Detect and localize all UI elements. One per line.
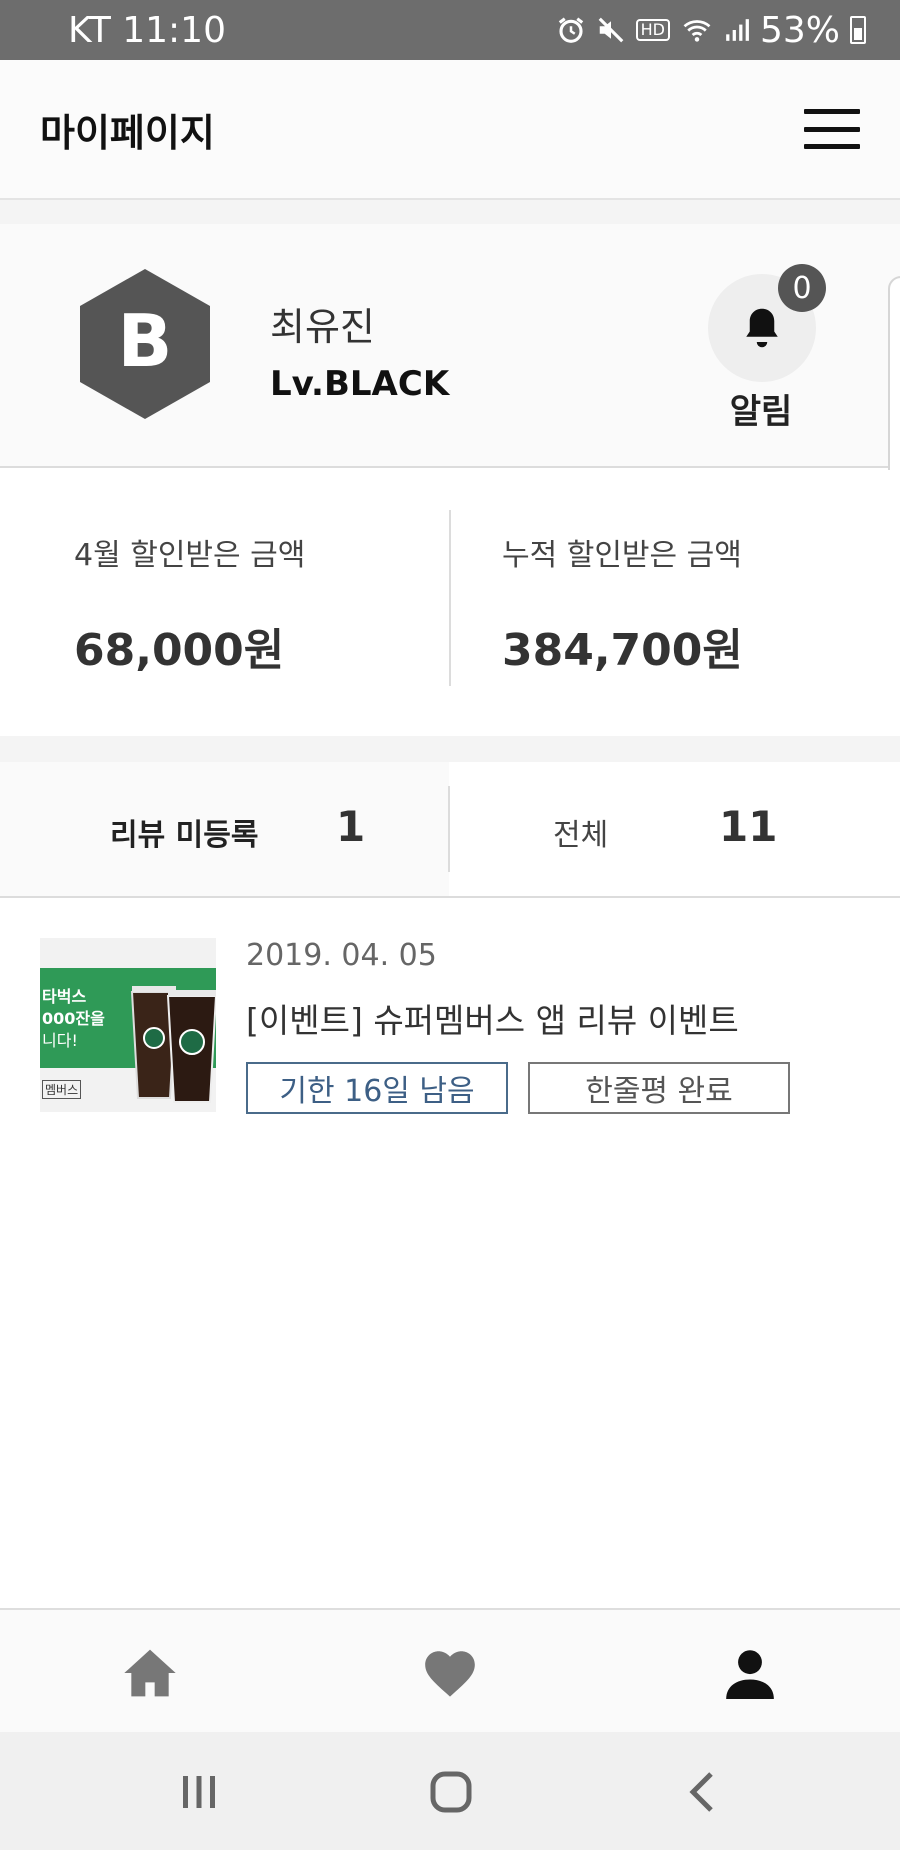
divider — [448, 786, 450, 872]
list-item[interactable]: 타벅스 000잔을 니다! 멤버스 2019. 04. 05 [이벤트] 슈퍼멤… — [40, 938, 860, 1118]
badge-letter: B — [118, 299, 173, 383]
event-thumbnail: 타벅스 000잔을 니다! 멤버스 — [40, 938, 216, 1112]
deadline-badge: 기한 16일 남음 — [246, 1062, 508, 1114]
discount-stats: 4월 할인받은 금액 68,000원 누적 할인받은 금액 384,700원 — [0, 470, 900, 736]
total-discount-value: 384,700원 — [502, 625, 743, 676]
app-header: 마이페이지 — [0, 60, 900, 200]
system-navigation-bar — [0, 1732, 900, 1850]
section-gap — [0, 736, 900, 762]
monthly-discount-label: 4월 할인받은 금액 — [74, 538, 306, 573]
back-button[interactable] — [668, 1766, 738, 1818]
profile-card: B 최유진 Lv.BLACK 0 알림 — [0, 224, 900, 616]
event-title: [이벤트] 슈퍼멤버스 앱 리뷰 이벤트 — [246, 1001, 739, 1040]
tab-review-unregistered-count: 1 — [336, 802, 366, 851]
tab-review-all-label: 전체 — [553, 818, 609, 853]
level-badge-icon: B — [80, 269, 210, 419]
user-name: 최유진 — [270, 305, 375, 349]
system-home-button[interactable] — [416, 1766, 486, 1818]
thumbnail-text-line: 000잔을 — [42, 1009, 105, 1028]
nav-favorites[interactable] — [410, 1638, 490, 1708]
thumbnail-text-line: 타벅스 — [42, 987, 87, 1006]
home-icon — [124, 1649, 176, 1697]
page-title: 마이페이지 — [40, 110, 215, 155]
iced-coffee-cups-image — [130, 986, 216, 1103]
status-badge: 한줄평 완료 — [528, 1062, 790, 1114]
heart-icon — [425, 1651, 475, 1697]
recent-apps-button[interactable] — [164, 1766, 234, 1818]
nav-home[interactable] — [110, 1638, 190, 1708]
tab-review-unregistered[interactable]: 리뷰 미등록 1 — [0, 762, 449, 896]
review-filter-bar: 리뷰 미등록 1 전체 11 — [0, 762, 900, 898]
bottom-navigation — [0, 1608, 900, 1732]
mute-icon — [598, 17, 623, 43]
monthly-discount: 4월 할인받은 금액 68,000원 — [74, 530, 305, 678]
thumbnail-text: 타벅스 000잔을 니다! — [42, 986, 105, 1052]
hd-icon: HD — [635, 19, 670, 41]
signal-icon — [726, 19, 749, 41]
total-discount-label: 누적 할인받은 금액 — [502, 538, 742, 573]
divider — [449, 510, 451, 686]
status-icons: HD 53% — [556, 10, 866, 51]
thumbnail-logo: 멤버스 — [42, 1080, 82, 1099]
recent-apps-icon — [183, 1776, 215, 1808]
notification-count-badge: 0 — [778, 264, 826, 312]
nav-my-page[interactable] — [710, 1638, 790, 1708]
system-home-icon — [430, 1771, 472, 1813]
tab-review-all-count: 11 — [719, 802, 778, 851]
bell-icon — [746, 308, 778, 348]
battery-icon — [850, 16, 866, 44]
monthly-discount-value: 68,000원 — [74, 625, 285, 676]
total-discount: 누적 할인받은 금액 384,700원 — [502, 530, 743, 678]
carrier-time: KT 11:10 — [68, 9, 226, 51]
tab-review-unregistered-label: 리뷰 미등록 — [110, 818, 259, 853]
event-date: 2019. 04. 05 — [246, 938, 437, 973]
wifi-icon — [683, 20, 711, 42]
tab-review-all[interactable]: 전체 11 — [451, 762, 900, 896]
back-chevron-icon — [689, 1772, 713, 1812]
user-level: Lv.BLACK — [270, 364, 450, 404]
hamburger-menu-icon[interactable] — [804, 109, 860, 149]
notification-label[interactable]: 알림 — [700, 384, 822, 433]
person-icon — [726, 1650, 774, 1699]
section-gap — [0, 200, 900, 224]
battery-percent: 53% — [759, 9, 840, 51]
status-bar: KT 11:10 HD 53% — [0, 0, 900, 60]
thumbnail-text-line: 니다! — [42, 1031, 78, 1050]
alarm-icon — [558, 17, 583, 43]
